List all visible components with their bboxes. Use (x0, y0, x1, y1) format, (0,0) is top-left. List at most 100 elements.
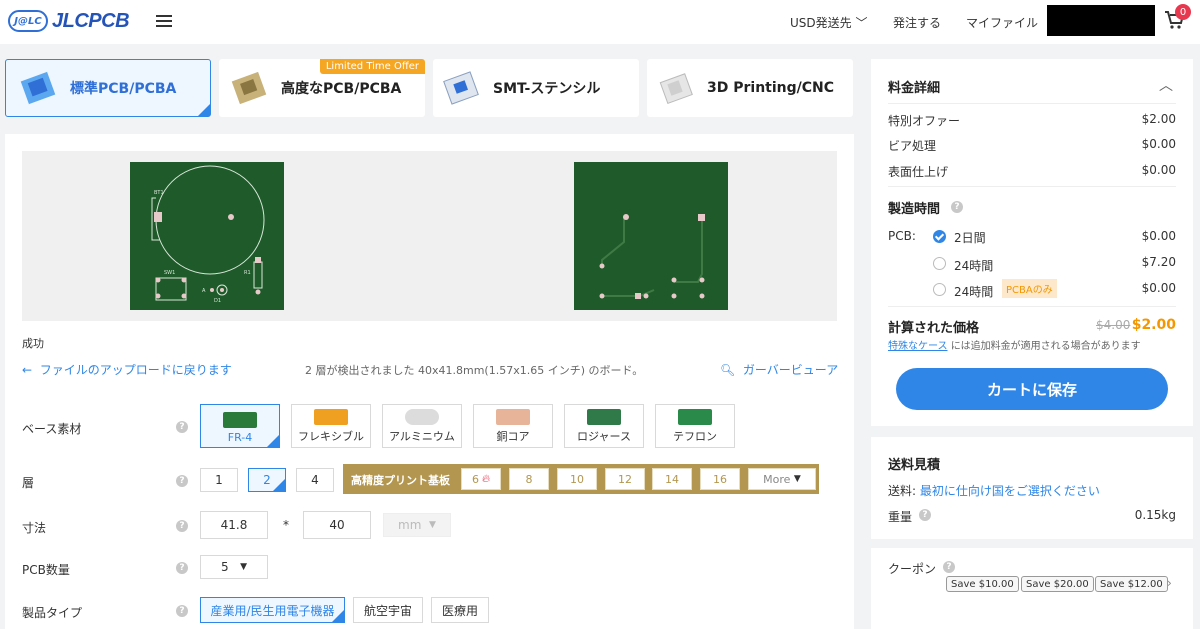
layer-4[interactable]: 4 (296, 468, 334, 492)
layer-10[interactable]: 10 (557, 468, 597, 490)
layer-14[interactable]: 14 (652, 468, 692, 490)
product-type-label: 製品タイプ (22, 606, 83, 620)
help-icon[interactable]: ? (176, 605, 188, 617)
option-label: 産業用/民生用電子機器 (210, 603, 335, 618)
build-time-title: 製造時間 (888, 202, 941, 217)
my-files-link[interactable]: マイファイル (966, 14, 1038, 31)
shipping-panel: 送料見積 送料: 最初に仕向け国をご選択ください 重量 ? 0.15kg (871, 437, 1193, 539)
account-redacted[interactable] (1047, 5, 1155, 36)
caret-down-icon: ▼ (429, 520, 436, 530)
coupon-tag[interactable]: Save $10.00 (946, 576, 1019, 592)
build-24h-radio[interactable] (933, 257, 946, 270)
weight-label: 重量 (888, 510, 913, 524)
tab-smt-stencil[interactable]: SMT-ステンシル (433, 59, 639, 117)
product-type-aerospace[interactable]: 航空宇宙 (353, 597, 423, 623)
tab-label: SMT-ステンシル (493, 81, 601, 97)
save-to-cart-button[interactable]: カートに保存 (896, 368, 1168, 410)
height-input[interactable]: 40 (303, 511, 371, 539)
special-case-link[interactable]: 特殊なケース (888, 341, 948, 352)
pcb-bottom-view[interactable] (574, 162, 728, 310)
charge-label: ビア処理 (888, 139, 937, 153)
unit-select[interactable]: mm ▼ (383, 513, 451, 537)
layer-16[interactable]: 16 (700, 468, 740, 490)
weight-value: 0.15kg (1134, 508, 1176, 522)
help-icon[interactable]: ? (919, 509, 931, 521)
hamburger-menu-icon[interactable] (156, 12, 172, 32)
product-type-industrial[interactable]: 産業用/民生用電子機器 (200, 597, 345, 623)
material-rogers[interactable]: ロジャース (564, 404, 644, 448)
currency-selector[interactable]: USD発送先 ﹀ (790, 14, 868, 31)
unit-label: mm (398, 518, 422, 532)
build-2days-radio[interactable] (933, 230, 946, 243)
coupon-tag[interactable]: Save $20.00 (1021, 576, 1094, 592)
limited-offer-badge: Limited Time Offer (319, 59, 425, 74)
layer-8[interactable]: 8 (509, 468, 549, 490)
top-header: J@LC JLCPCB USD発送先 ﹀ 発注する マイファイル 0 (0, 0, 1200, 44)
tab-advanced-pcb[interactable]: 高度なPCB/PCBA Limited Time Offer (219, 59, 425, 117)
pcb-label: PCB: (888, 229, 916, 243)
gerber-viewer-link[interactable]: 🔍︎ ガーバービューア (720, 361, 838, 378)
divider (888, 103, 1176, 104)
selected-corner (273, 479, 285, 491)
selected-corner (267, 435, 279, 447)
help-icon[interactable]: ? (951, 201, 963, 213)
divider (888, 186, 1176, 187)
tab-standard-pcb[interactable]: 標準PCB/PCBA (5, 59, 211, 117)
layer-6[interactable]: 6 🔥︎ (461, 468, 501, 490)
copper-icon (496, 409, 530, 425)
help-icon[interactable]: ? (176, 421, 188, 433)
back-to-upload-link[interactable]: ← ファイルのアップロードに戻ります (22, 361, 232, 378)
tab-3d-printing[interactable]: 3D Printing/CNC (647, 59, 853, 117)
selected-corner (332, 610, 344, 622)
chevron-right-icon[interactable]: › (1167, 576, 1172, 590)
select-country-link[interactable]: 最初に仕向け国をご選択ください (920, 484, 1100, 498)
bt1-label: BT1 (154, 190, 164, 196)
option-label: アルミニウム (389, 430, 455, 443)
shipping-label: 送料: (888, 484, 917, 498)
more-layers-dropdown[interactable]: More ▼ (748, 468, 816, 490)
dimension-separator: * (283, 518, 289, 532)
old-price: $4.00 (1096, 318, 1131, 332)
shipping-title: 送料見積 (888, 458, 941, 473)
order-link[interactable]: 発注する (893, 14, 941, 31)
sw1-label: SW1 (164, 270, 175, 276)
flex-icon (314, 409, 348, 425)
material-teflon[interactable]: テフロン (655, 404, 735, 448)
layer-2[interactable]: 2 (248, 468, 286, 492)
rogers-icon (587, 409, 621, 425)
material-aluminum[interactable]: アルミニウム (382, 404, 462, 448)
help-icon[interactable]: ? (176, 520, 188, 532)
width-input[interactable]: 41.8 (200, 511, 268, 539)
fr4-icon (223, 412, 257, 428)
build-option-label: 24時間 (954, 285, 994, 299)
material-copper-core[interactable]: 銅コア (473, 404, 553, 448)
layer-1[interactable]: 1 (200, 468, 238, 492)
base-material-label: ベース素材 (22, 422, 82, 436)
product-type-medical[interactable]: 医療用 (431, 597, 489, 623)
gerber-preview: BT1 SW1 R1 D1 A (22, 151, 837, 321)
help-icon[interactable]: ? (176, 562, 188, 574)
help-icon[interactable]: ? (943, 561, 955, 573)
cart-count-badge: 0 (1175, 4, 1191, 20)
charge-value: $0.00 (1141, 163, 1176, 177)
upload-success-text: 成功 (22, 337, 44, 350)
jlcpcb-logo[interactable]: J@LC JLCPCB (8, 8, 130, 34)
shipping-row: 送料: 最初に仕向け国をご選択ください (888, 482, 1100, 499)
currency-label: USD発送先 (790, 16, 852, 30)
gerber-label: ガーバービューア (742, 363, 839, 377)
help-icon[interactable]: ? (176, 475, 188, 487)
pcb-top-view[interactable]: BT1 SW1 R1 D1 A (130, 162, 284, 310)
option-label: テフロン (673, 430, 717, 443)
coupon-title: クーポン (888, 562, 937, 576)
charges-title: 料金詳細 (888, 81, 941, 96)
material-flexible[interactable]: フレキシブル (291, 404, 371, 448)
layer-12[interactable]: 12 (605, 468, 645, 490)
pcb-qty-select[interactable]: 5 ▼ (200, 555, 268, 579)
dimension-label: 寸法 (22, 521, 47, 535)
material-fr4[interactable]: FR-4 (200, 404, 280, 448)
coupon-tag[interactable]: Save $12.00 (1095, 576, 1168, 592)
chevron-up-icon[interactable]: ︿ (1159, 75, 1173, 95)
build-24h-pcba-radio[interactable] (933, 283, 946, 296)
chevron-down-icon: ﹀ (855, 16, 868, 30)
charge-value: $2.00 (1141, 112, 1176, 126)
